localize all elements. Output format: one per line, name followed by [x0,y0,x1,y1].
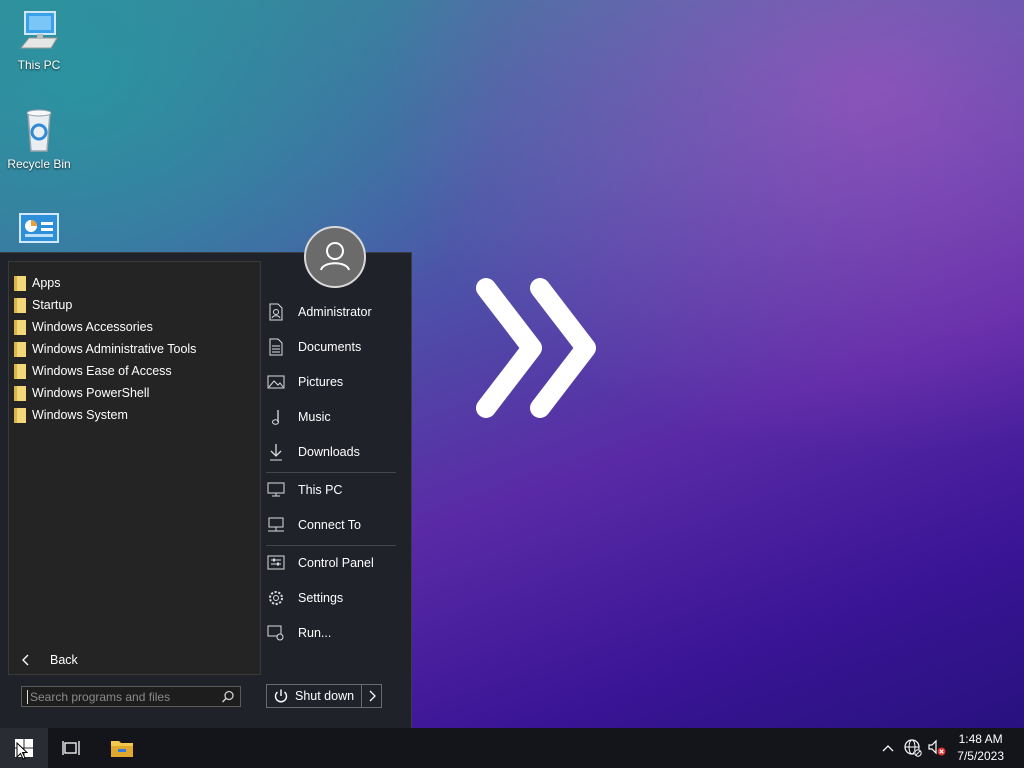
user-icon [320,242,350,271]
task-view-icon [62,741,80,755]
menu-item-label: Connect To [298,518,362,532]
menu-item-this-pc[interactable]: This PC [266,476,396,504]
program-item-apps[interactable]: Apps [14,272,61,294]
folder-icon [14,297,26,313]
menu-item-label: Settings [298,591,344,605]
menu-item-music[interactable]: Music [266,403,396,431]
program-label: Startup [32,298,73,312]
program-label: Windows PowerShell [32,386,150,400]
text-caret [27,689,28,704]
download-icon [270,444,282,461]
desktop-icon-label: This PC [17,58,61,72]
power-icon [274,689,288,703]
program-item-windows-administrative-tools[interactable]: Windows Administrative Tools [14,338,196,360]
programs-pane: Apps Startup Windows Accessories Windows… [8,261,261,675]
apps-folder-icon [14,275,26,291]
program-item-windows-system[interactable]: Windows System [14,404,128,426]
program-label: Windows Accessories [32,320,153,334]
menu-item-run[interactable]: Run... [266,619,396,647]
file-explorer-button[interactable] [100,728,144,768]
start-button[interactable] [0,728,48,768]
double-chevron-right-icon [476,278,596,418]
user-avatar[interactable] [304,226,366,288]
folder-icon [14,319,26,335]
shutdown-options-button[interactable] [361,684,382,708]
menu-item-downloads[interactable]: Downloads [266,438,396,466]
menu-item-label: Documents [298,340,362,354]
clock-date: 7/5/2023 [957,749,1004,763]
network-globe-icon[interactable] [903,738,923,758]
menu-item-label: Administrator [298,305,372,319]
menu-item-control-panel[interactable]: Control Panel [266,549,396,577]
music-note-icon [272,410,279,425]
search-icon [221,690,234,703]
recycle-bin-icon [26,109,52,152]
clock-time: 1:48 AM [958,732,1003,746]
run-icon [267,625,284,641]
task-view-button[interactable] [50,728,94,768]
search-input[interactable]: Search programs and files [21,686,241,707]
monitor-icon [19,11,58,49]
menu-item-documents[interactable]: Documents [266,333,396,361]
program-item-windows-accessories[interactable]: Windows Accessories [14,316,153,338]
network-icon [268,517,284,532]
back-button[interactable]: Back [8,648,260,672]
folder-icon [14,385,26,401]
control-panel-icon [267,555,285,570]
file-explorer-icon [111,741,133,757]
program-label: Apps [32,276,61,290]
back-label: Back [50,653,78,667]
menu-item-pictures[interactable]: Pictures [266,368,396,396]
program-item-windows-ease-of-access[interactable]: Windows Ease of Access [14,360,172,382]
menu-separator [266,545,396,546]
document-icon [269,338,283,356]
user-folder-icon [269,303,283,321]
monitor-icon [267,482,285,497]
program-item-windows-powershell[interactable]: Windows PowerShell [14,382,149,404]
divider [8,674,260,675]
menu-item-label: Run... [298,626,332,640]
control-panel-icon [19,213,59,243]
menu-item-settings[interactable]: Settings [266,584,396,612]
program-label: Windows System [32,408,128,422]
chevron-up-icon[interactable] [882,743,894,753]
volume-muted-icon[interactable] [927,739,947,757]
menu-item-label: Pictures [298,375,344,389]
mouse-cursor-icon [16,742,28,760]
gear-icon [269,591,283,605]
menu-item-label: Music [298,410,331,424]
clock[interactable]: 1:48 AM 7/5/2023 [957,731,1004,765]
desktop-icon-label: Recycle Bin [7,157,71,171]
chevron-left-icon [22,654,29,666]
desktop-icon-this-pc[interactable]: This PC [4,8,74,72]
folder-icon [14,363,26,379]
folder-icon [14,341,26,357]
folder-icon [14,407,26,423]
taskbar: 1:48 AM 7/5/2023 [0,728,1024,768]
picture-icon [267,375,285,389]
search-placeholder: Search programs and files [30,689,171,704]
menu-separator [266,472,396,473]
desktop-icon-recycle-bin[interactable]: Recycle Bin [4,105,74,171]
shutdown-label: Shut down [295,689,355,703]
program-label: Windows Administrative Tools [32,342,197,356]
menu-item-label: Control Panel [298,556,374,570]
menu-item-connect-to[interactable]: Connect To [266,511,396,539]
chevron-right-icon [369,690,376,702]
program-label: Windows Ease of Access [32,364,172,378]
program-item-startup[interactable]: Startup [14,294,72,316]
menu-item-administrator[interactable]: Administrator [266,298,396,326]
desktop-icon-control-panel[interactable] [4,212,74,248]
shutdown-button[interactable]: Shut down [266,684,362,708]
menu-item-label: Downloads [298,445,360,459]
menu-item-label: This PC [298,483,343,497]
